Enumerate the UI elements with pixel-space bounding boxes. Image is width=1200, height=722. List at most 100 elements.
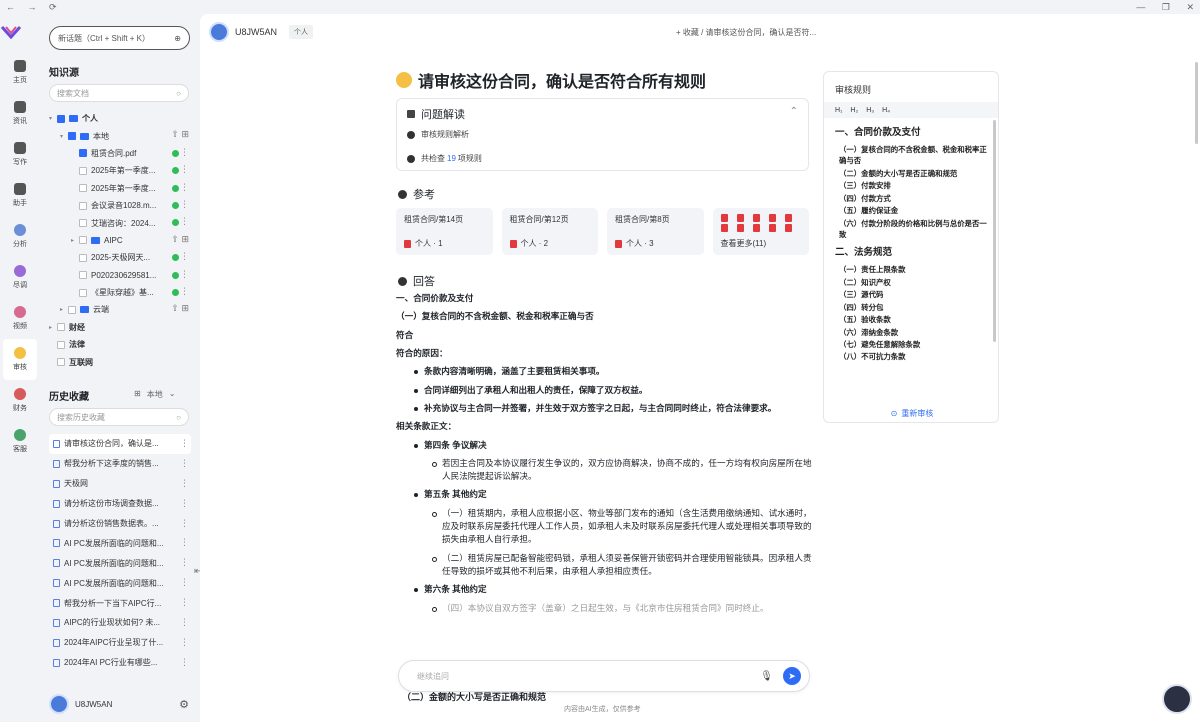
outline-section-title[interactable]: 二、法务规范 [835, 246, 987, 261]
more-icon[interactable]: ⋮ [180, 617, 189, 628]
doc-search-input[interactable]: 搜索文档 ○ [49, 84, 189, 102]
history-item[interactable]: AIPC的行业现状如何? 未... ⋮ [49, 613, 191, 633]
send-button[interactable]: ➤ [783, 667, 801, 685]
breadcrumb[interactable]: + 收藏 / 请审核这份合同，确认是否符... [676, 27, 816, 38]
tree-checkbox[interactable] [57, 114, 65, 123]
history-item[interactable]: AI PC发展所面临的问题和... ⋮ [49, 573, 191, 593]
heading-level-h4[interactable]: H₄ [882, 107, 890, 114]
tree-checkbox[interactable] [68, 305, 76, 314]
followup-input[interactable]: 继续追问 🎙 ➤ [398, 660, 810, 692]
chevron-up-icon[interactable]: ⌃ [790, 106, 798, 117]
rail-item[interactable]: 审核 [3, 339, 37, 380]
tree-checkbox[interactable] [79, 236, 87, 245]
folder-actions[interactable]: ⇧ ⊞ [171, 129, 189, 140]
rail-item[interactable]: 财务 [0, 380, 40, 421]
outline-item[interactable]: （二）知识产权 [835, 277, 987, 288]
rail-item[interactable]: 尽调 [0, 257, 40, 298]
rerun-review-button[interactable]: ⊙ 重新审核 [824, 404, 998, 422]
more-icon[interactable]: ⋮ [180, 438, 189, 449]
more-references-card[interactable]: 查看更多(11) [712, 208, 809, 255]
history-item[interactable]: 帮我分析下这季度的销售... ⋮ [49, 454, 191, 474]
rail-item[interactable]: 分析 [0, 216, 40, 257]
more-icon[interactable]: ⋮ [180, 657, 189, 668]
folder-actions[interactable]: ⇧ ⊞ [171, 234, 189, 245]
tree-checkbox[interactable] [79, 271, 87, 280]
tree-item[interactable]: 2025-天极网天... ⋮ [49, 249, 191, 266]
caret-right-icon[interactable]: ▸ [60, 306, 68, 313]
tree-item[interactable]: ▾ 个人 [49, 110, 191, 127]
tree-checkbox[interactable] [79, 288, 87, 297]
main-scrollbar[interactable] [1195, 62, 1198, 144]
history-item[interactable]: AI PC发展所面临的问题和... ⋮ [49, 533, 191, 553]
tree-checkbox[interactable] [79, 253, 87, 262]
settings-gear-icon[interactable]: ⚙ [179, 698, 189, 711]
history-item[interactable]: 请分析这份销售数据表。... ⋮ [49, 514, 191, 534]
microphone-icon[interactable]: 🎙 [760, 671, 773, 682]
assistant-robot-icon[interactable] [1162, 684, 1192, 714]
outline-section-title[interactable]: 一、合同价款及支付 [835, 126, 987, 141]
history-search-input[interactable]: 搜索历史收藏 ○ [49, 408, 189, 426]
tree-item[interactable]: ▾ 本地 ⇧ ⊞ [49, 127, 191, 144]
rail-item[interactable]: 视频 [0, 298, 40, 339]
history-item[interactable]: 2024年AI PC行业有哪些... ⋮ [49, 653, 191, 673]
tree-item[interactable]: 《星际穿越》基... ⋮ [49, 284, 191, 301]
rail-item[interactable]: 写作 [0, 134, 40, 175]
heading-level-h3[interactable]: H₃ [866, 107, 874, 114]
more-icon[interactable]: ⋮ [180, 216, 189, 227]
tree-checkbox[interactable] [79, 219, 87, 228]
tree-item[interactable]: P020230629581... ⋮ [49, 267, 191, 284]
tree-checkbox[interactable] [57, 340, 65, 349]
tree-item[interactable]: 艾瑞咨询：2024... ⋮ [49, 214, 191, 231]
history-scope-select[interactable]: ⊞ 本地 ⌄ [134, 389, 175, 400]
rail-item[interactable]: 客服 [0, 421, 40, 462]
tree-item[interactable]: 租赁合同.pdf ⋮ [49, 145, 191, 162]
back-icon[interactable]: ← [6, 2, 15, 12]
tree-item[interactable]: 互联网 [49, 353, 191, 370]
new-chat-button[interactable]: 新话题（Ctrl + Shift + K） ⊕ [49, 26, 190, 50]
history-item[interactable]: 天极网 ⋮ [49, 474, 191, 494]
tree-item[interactable]: ▸ 财经 [49, 319, 191, 336]
rail-item[interactable]: 主页 [0, 52, 40, 93]
history-item[interactable]: 请分析这份市场调查数据... ⋮ [49, 494, 191, 514]
user-profile[interactable]: U8JW5AN ⚙ [49, 694, 189, 714]
outline-item[interactable]: （四）付款方式 [835, 193, 987, 204]
maximize-icon[interactable]: ❐ [1162, 2, 1170, 12]
outline-item[interactable]: （八）不可抗力条款 [835, 351, 987, 362]
more-icon[interactable]: ⋮ [180, 637, 189, 648]
caret-down-icon[interactable]: ▾ [49, 115, 57, 122]
tree-checkbox[interactable] [79, 166, 87, 175]
outline-item[interactable]: （二）金额的大小写是否正确和规范 [835, 168, 987, 179]
outline-item[interactable]: （六）滞纳金条款 [835, 327, 987, 338]
more-icon[interactable]: ⋮ [180, 557, 189, 568]
reference-card[interactable]: 租赁合同/第8页 个人 · 3 [607, 208, 704, 255]
outline-item[interactable]: （六）付款分阶段的价格和比例与总价是否一致 [835, 218, 987, 241]
more-icon[interactable]: ⋮ [180, 498, 189, 509]
caret-down-icon[interactable]: ▾ [60, 133, 68, 140]
tree-checkbox[interactable] [57, 358, 65, 367]
refresh-icon[interactable]: ⟳ [49, 2, 57, 12]
more-icon[interactable]: ⋮ [180, 164, 189, 175]
heading-level-h2[interactable]: H₂ [850, 107, 858, 114]
outline-item[interactable]: （一）责任上限条款 [835, 264, 987, 275]
outline-item[interactable]: （五）验收条款 [835, 314, 987, 325]
tree-checkbox[interactable] [79, 149, 87, 158]
tree-item[interactable]: 2025年第一季度... ⋮ [49, 180, 191, 197]
more-icon[interactable]: ⋮ [180, 199, 189, 210]
outline-item[interactable]: （七）避免任意解除条款 [835, 339, 987, 350]
tree-checkbox[interactable] [79, 201, 87, 210]
more-icon[interactable]: ⋮ [180, 597, 189, 608]
tree-checkbox[interactable] [57, 323, 65, 332]
rail-item[interactable]: 资讯 [0, 93, 40, 134]
tree-item[interactable]: 法律 [49, 336, 191, 353]
history-item[interactable]: AI PC发展所面临的问题和... ⋮ [49, 553, 191, 573]
more-icon[interactable]: ⋮ [180, 269, 189, 280]
folder-actions[interactable]: ⇧ ⊞ [171, 303, 189, 314]
more-icon[interactable]: ⋮ [180, 577, 189, 588]
tree-checkbox[interactable] [79, 184, 87, 193]
outline-item[interactable]: （四）转分包 [835, 302, 987, 313]
caret-right-icon[interactable]: ▸ [71, 237, 79, 244]
close-icon[interactable]: ✕ [1186, 2, 1194, 12]
more-icon[interactable]: ⋮ [180, 286, 189, 297]
more-icon[interactable]: ⋮ [180, 147, 189, 158]
rail-item[interactable]: 助手 [0, 175, 40, 216]
